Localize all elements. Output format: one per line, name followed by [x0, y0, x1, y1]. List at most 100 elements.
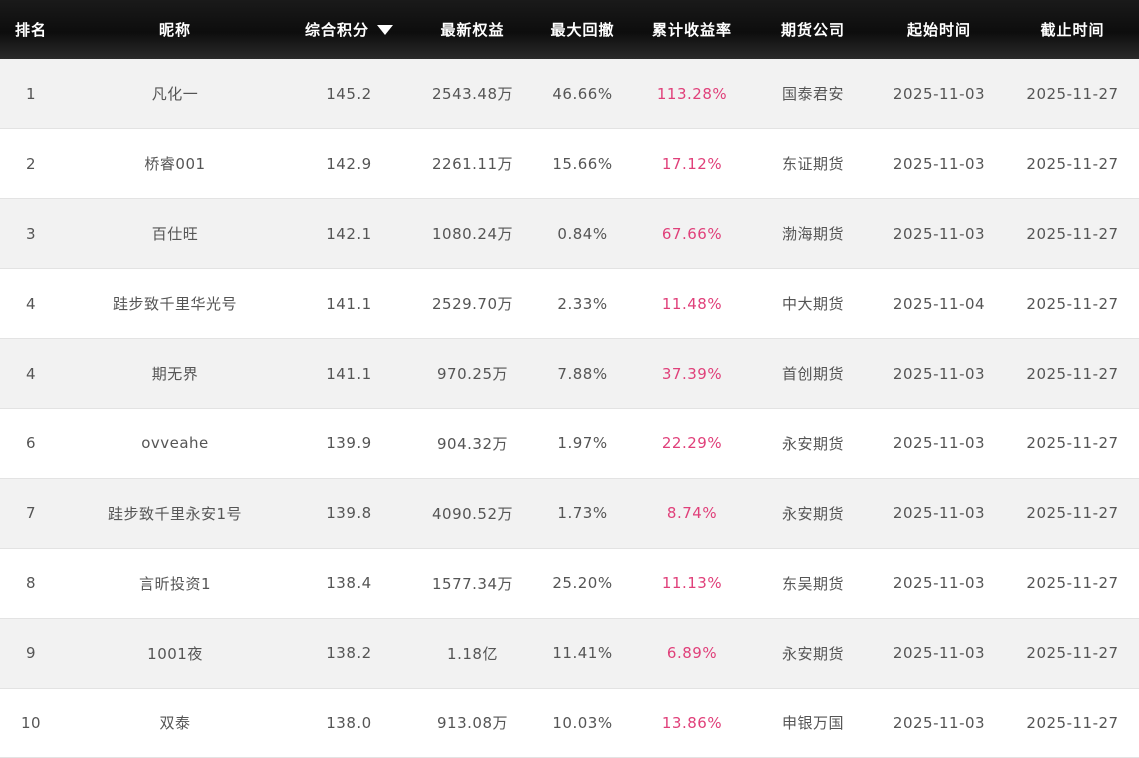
table-body: 1 凡化一 145.2 2543.48万 46.66% 113.28% 国泰君安 2025-1… — [0, 59, 1139, 758]
cell-end: 2025-11-27 — [1026, 644, 1119, 663]
header-nickname: 昵称 — [158, 21, 191, 39]
cell-end: 2025-11-27 — [1026, 504, 1119, 523]
cell-drawdown: 0.84% — [557, 224, 608, 243]
header-start: 起始时间 — [906, 21, 971, 39]
cell-drawdown: 15.66% — [552, 154, 613, 173]
cell-start: 2025-11-03 — [892, 84, 986, 103]
cell-score: 138.2 — [326, 644, 372, 663]
cell-company: 渤海期货 — [781, 225, 844, 244]
cell-nickname[interactable]: 跬步致千里永安1号 — [62, 478, 288, 548]
header-row: 排名 昵称 综合积分 最新权益 最大回撤 累计收益率 期货公司 起始时间 截止时… — [0, 0, 1139, 59]
cell-start: 2025-11-03 — [892, 364, 986, 383]
cell-rank: 9 — [25, 644, 37, 663]
cell-rank: 1 — [25, 84, 37, 103]
cell-start: 2025-11-03 — [892, 154, 986, 173]
cell-rank: 4 — [25, 294, 37, 313]
cell-nickname[interactable]: 百仕旺 — [62, 199, 288, 269]
cell-drawdown: 25.20% — [552, 574, 613, 593]
cell-drawdown: 11.41% — [552, 644, 613, 663]
table-row: 6 ovveahe 139.9 904.32万 1.97% 22.29% 永安期货 2025-… — [0, 408, 1139, 479]
table-row: 4 跬步致千里华光号 141.1 2529.70万 2.33% 11.48% 中大期货 202… — [0, 268, 1139, 339]
cell-return: 113.28% — [656, 84, 728, 103]
cell-nickname[interactable]: 凡化一 — [62, 59, 288, 129]
cell-company: 永安期货 — [781, 434, 844, 453]
header-equity: 最新权益 — [440, 21, 505, 39]
table-row: 9 1001夜 138.2 1.18亿 11.41% 6.89% 永安期货 2025-11-0… — [0, 618, 1139, 689]
cell-start: 2025-11-03 — [892, 504, 986, 523]
header-end: 截止时间 — [1040, 21, 1105, 39]
cell-company: 申银万国 — [781, 714, 844, 733]
cell-company: 中大期货 — [781, 295, 844, 314]
cell-score: 142.1 — [326, 224, 372, 243]
cell-nickname[interactable]: 1001夜 — [62, 618, 288, 688]
cell-start: 2025-11-03 — [892, 224, 986, 243]
cell-nickname[interactable]: ovveahe — [62, 408, 288, 478]
header-drawdown: 最大回撤 — [550, 21, 615, 39]
cell-start: 2025-11-03 — [892, 713, 986, 732]
cell-return: 67.66% — [661, 224, 723, 243]
cell-equity: 2529.70万 — [431, 295, 514, 314]
cell-drawdown: 2.33% — [557, 294, 608, 313]
cell-score: 141.1 — [326, 294, 372, 313]
header-rank: 排名 — [14, 21, 47, 39]
cell-return: 22.29% — [661, 434, 723, 453]
cell-score: 139.8 — [326, 504, 372, 523]
cell-equity: 1080.24万 — [431, 225, 514, 244]
cell-nickname[interactable]: 跬步致千里华光号 — [62, 269, 288, 339]
cell-end: 2025-11-27 — [1026, 294, 1119, 313]
cell-equity: 970.25万 — [437, 365, 508, 383]
cell-equity: 904.32万 — [437, 434, 508, 453]
cell-return: 13.86% — [661, 713, 723, 732]
cell-rank: 8 — [25, 574, 37, 593]
cell-rank: 7 — [25, 504, 37, 523]
table-row: 2 桥睿001 142.9 2261.11万 15.66% 17.12% 东证期货 2025-… — [0, 128, 1139, 199]
cell-company: 东证期货 — [781, 155, 844, 174]
cell-rank: 6 — [25, 434, 37, 453]
cell-start: 2025-11-03 — [892, 434, 986, 453]
cell-nickname[interactable]: 言昕投资1 — [62, 548, 288, 618]
cell-start: 2025-11-03 — [892, 574, 986, 593]
header-company: 期货公司 — [780, 21, 845, 39]
cell-company: 永安期货 — [781, 644, 844, 663]
table-row: 3 百仕旺 142.1 1080.24万 0.84% 67.66% 渤海期货 2025-11-… — [0, 198, 1139, 269]
cell-equity: 2543.48万 — [431, 85, 514, 104]
cell-return: 11.13% — [661, 574, 723, 593]
cell-start: 2025-11-04 — [892, 294, 986, 313]
cell-nickname[interactable]: 双泰 — [62, 688, 288, 758]
cell-equity: 1577.34万 — [431, 574, 514, 593]
cell-equity: 4090.52万 — [431, 504, 514, 523]
cell-end: 2025-11-27 — [1026, 154, 1119, 173]
cell-return: 17.12% — [661, 154, 723, 173]
table-row: 7 跬步致千里永安1号 139.8 4090.52万 1.73% 8.74% 永安期货 202… — [0, 478, 1139, 549]
header-score-inner[interactable]: 综合积分 — [305, 19, 393, 40]
cell-score: 141.1 — [326, 364, 372, 383]
cell-rank: 4 — [25, 364, 37, 383]
cell-drawdown: 10.03% — [552, 713, 613, 732]
cell-score: 145.2 — [326, 84, 372, 103]
cell-company: 国泰君安 — [781, 85, 844, 104]
leaderboard: 排名 昵称 综合积分 最新权益 最大回撤 累计收益率 期货公司 起始时间 截止时… — [0, 0, 1139, 758]
table-header: 排名 昵称 综合积分 最新权益 最大回撤 累计收益率 期货公司 起始时间 截止时… — [0, 0, 1139, 59]
cell-nickname[interactable]: 桥睿001 — [62, 129, 288, 199]
cell-nickname[interactable]: 期无界 — [62, 339, 288, 409]
sort-down-icon[interactable] — [377, 24, 393, 35]
cell-start: 2025-11-03 — [892, 644, 986, 663]
cell-end: 2025-11-27 — [1026, 713, 1119, 732]
cell-rank: 2 — [25, 154, 37, 173]
cell-rank: 3 — [25, 224, 37, 243]
header-score-label[interactable]: 综合积分 — [305, 19, 369, 40]
cell-drawdown: 46.66% — [552, 84, 613, 103]
cell-score: 138.0 — [326, 713, 372, 732]
header-score[interactable]: 综合积分 — [288, 0, 410, 59]
cell-company: 首创期货 — [781, 365, 844, 383]
cell-score: 138.4 — [326, 574, 372, 593]
cell-drawdown: 1.97% — [557, 434, 608, 453]
cell-end: 2025-11-27 — [1026, 434, 1119, 453]
cell-equity: 913.08万 — [437, 714, 508, 733]
cell-drawdown: 7.88% — [557, 364, 608, 383]
cell-rank: 10 — [20, 713, 42, 732]
header-return: 累计收益率 — [651, 21, 732, 39]
table-row: 1 凡化一 145.2 2543.48万 46.66% 113.28% 国泰君安 2025-1… — [0, 59, 1139, 129]
cell-return: 37.39% — [661, 364, 723, 383]
ranking-table: 排名 昵称 综合积分 最新权益 最大回撤 累计收益率 期货公司 起始时间 截止时… — [0, 0, 1139, 758]
